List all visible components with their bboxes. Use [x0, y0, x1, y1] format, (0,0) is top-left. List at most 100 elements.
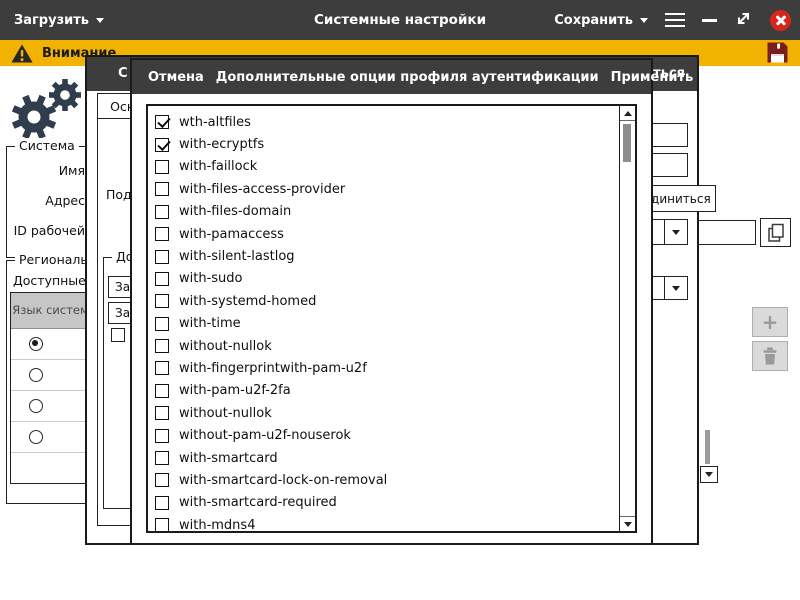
save-file-button[interactable] [765, 40, 790, 69]
scrollbar-thumb[interactable] [623, 124, 631, 162]
option-checkbox[interactable] [111, 328, 125, 342]
option-label: without-nullok [179, 339, 272, 354]
option-checkbox[interactable] [155, 272, 169, 286]
option-checkbox[interactable] [155, 182, 169, 196]
option-label: without-nullok [179, 406, 272, 421]
menu-button[interactable] [665, 13, 685, 27]
option-checkbox[interactable] [155, 451, 169, 465]
option-label: with-files-domain [179, 204, 291, 219]
language-radio[interactable] [29, 368, 43, 382]
option-label: with-files-access-provider [179, 182, 345, 197]
save-menu-label: Сохранить [554, 13, 633, 28]
option-checkbox[interactable] [155, 205, 169, 219]
text-input[interactable] [694, 220, 756, 245]
option-checkbox[interactable] [155, 518, 169, 532]
auth-option-row[interactable]: without-nullok [155, 335, 613, 357]
auth-option-row[interactable]: with-time [155, 313, 613, 335]
topbar-actions: Сохранить [554, 0, 791, 40]
auth-option-row[interactable]: without-nullok [155, 402, 613, 424]
expand-icon [734, 9, 753, 28]
option-checkbox[interactable] [155, 138, 169, 152]
language-radio[interactable] [29, 337, 43, 351]
scrollbar-down-button[interactable] [620, 516, 635, 531]
option-checkbox[interactable] [155, 227, 169, 241]
auth-option-row[interactable]: with-mdns4 [155, 514, 613, 533]
option-checkbox[interactable] [155, 406, 169, 420]
minimize-icon [702, 19, 717, 22]
caret-down-icon [624, 522, 632, 527]
option-label: with-mdns4 [179, 518, 255, 533]
auth-option-row[interactable]: with-systemd-homed [155, 290, 613, 312]
close-button[interactable] [770, 10, 791, 31]
auth-option-row[interactable]: with-smartcard [155, 447, 613, 469]
dialog-title: Дополнительные опции профиля аутентифика… [216, 70, 599, 85]
option-label: with-sudo [179, 271, 243, 286]
workgroup-id-label: ID рабочей [9, 223, 85, 238]
auth-option-row[interactable]: without-pam-u2f-nouserok [155, 424, 613, 446]
minimize-button[interactable] [702, 19, 717, 22]
address-label: Адрес [9, 193, 85, 208]
chevron-down-icon [640, 18, 648, 23]
option-checkbox[interactable] [155, 160, 169, 174]
option-checkbox[interactable] [155, 339, 169, 353]
name-label: Имя [9, 163, 85, 178]
option-label: wth-altfiles [179, 115, 251, 130]
auth-option-row[interactable]: with-faillock [155, 156, 613, 178]
option-checkbox[interactable] [155, 473, 169, 487]
add-button[interactable]: + [752, 307, 788, 337]
copy-icon [767, 223, 785, 243]
caret-down-icon [664, 277, 687, 299]
auth-option-row[interactable]: with-smartcard-lock-on-removal [155, 469, 613, 491]
scrollbar-up-button[interactable] [620, 106, 635, 121]
copy-button[interactable] [760, 218, 791, 247]
options-scrollbar [619, 106, 635, 531]
option-label: with-smartcard [179, 451, 278, 466]
option-label: with-ecryptfs [179, 137, 264, 152]
option-checkbox[interactable] [155, 250, 169, 264]
option-label: with-pamaccess [179, 227, 284, 242]
language-radio[interactable] [29, 430, 43, 444]
auth-option-row[interactable]: wth-altfiles [155, 111, 613, 133]
auth-options-dialog: Отмена Дополнительные опции профиля ауте… [130, 58, 653, 545]
option-checkbox[interactable] [155, 317, 169, 331]
option-checkbox[interactable] [155, 384, 169, 398]
auth-option-row[interactable]: with-ecryptfs [155, 133, 613, 155]
language-radio[interactable] [29, 399, 43, 413]
save-menu-button[interactable]: Сохранить [554, 13, 648, 28]
apply-button[interactable]: Применить [611, 70, 694, 85]
auth-options-header: Отмена Дополнительные опции профиля ауте… [132, 60, 651, 94]
system-legend: Система [15, 138, 79, 153]
option-checkbox[interactable] [155, 496, 169, 510]
option-label: with-smartcard-required [179, 495, 337, 510]
auth-option-row[interactable]: with-silent-lastlog [155, 245, 613, 267]
option-checkbox[interactable] [155, 294, 169, 308]
cancel-button[interactable]: Отмена [148, 70, 204, 85]
option-label: with-pam-u2f-2fa [179, 383, 291, 398]
option-checkbox[interactable] [155, 361, 169, 375]
caret-down-icon [664, 220, 687, 244]
option-label: with-silent-lastlog [179, 249, 295, 264]
auth-option-row[interactable]: with-fingerprintwith-pam-u2f [155, 357, 613, 379]
scrollbar-thumb[interactable] [705, 430, 710, 464]
auth-option-row[interactable]: with-files-access-provider [155, 178, 613, 200]
caret-down-icon [705, 472, 713, 477]
auth-option-row[interactable]: with-pam-u2f-2fa [155, 380, 613, 402]
option-label: with-faillock [179, 159, 257, 174]
expand-button[interactable] [734, 9, 753, 32]
auth-option-row[interactable]: with-pamaccess [155, 223, 613, 245]
option-label: without-pam-u2f-nouserok [179, 428, 351, 443]
option-label: with-time [179, 316, 241, 331]
auth-option-row[interactable]: with-sudo [155, 268, 613, 290]
delete-button[interactable] [752, 341, 788, 371]
floppy-icon [765, 40, 790, 65]
dialog-title-fragment: С [118, 66, 128, 81]
option-checkbox[interactable] [155, 115, 169, 129]
app-window: Загрузить Системные настройки Сохранить … [0, 0, 800, 600]
scrollbar-down-button[interactable] [700, 466, 718, 483]
plus-icon: + [762, 310, 779, 334]
auth-option-row[interactable]: with-smartcard-required [155, 492, 613, 514]
auth-options-listbox: wth-altfiles with-ecryptfs with-faillock… [146, 104, 637, 533]
option-checkbox[interactable] [155, 429, 169, 443]
auth-option-row[interactable]: with-files-domain [155, 201, 613, 223]
topbar: Загрузить Системные настройки Сохранить [0, 0, 800, 40]
